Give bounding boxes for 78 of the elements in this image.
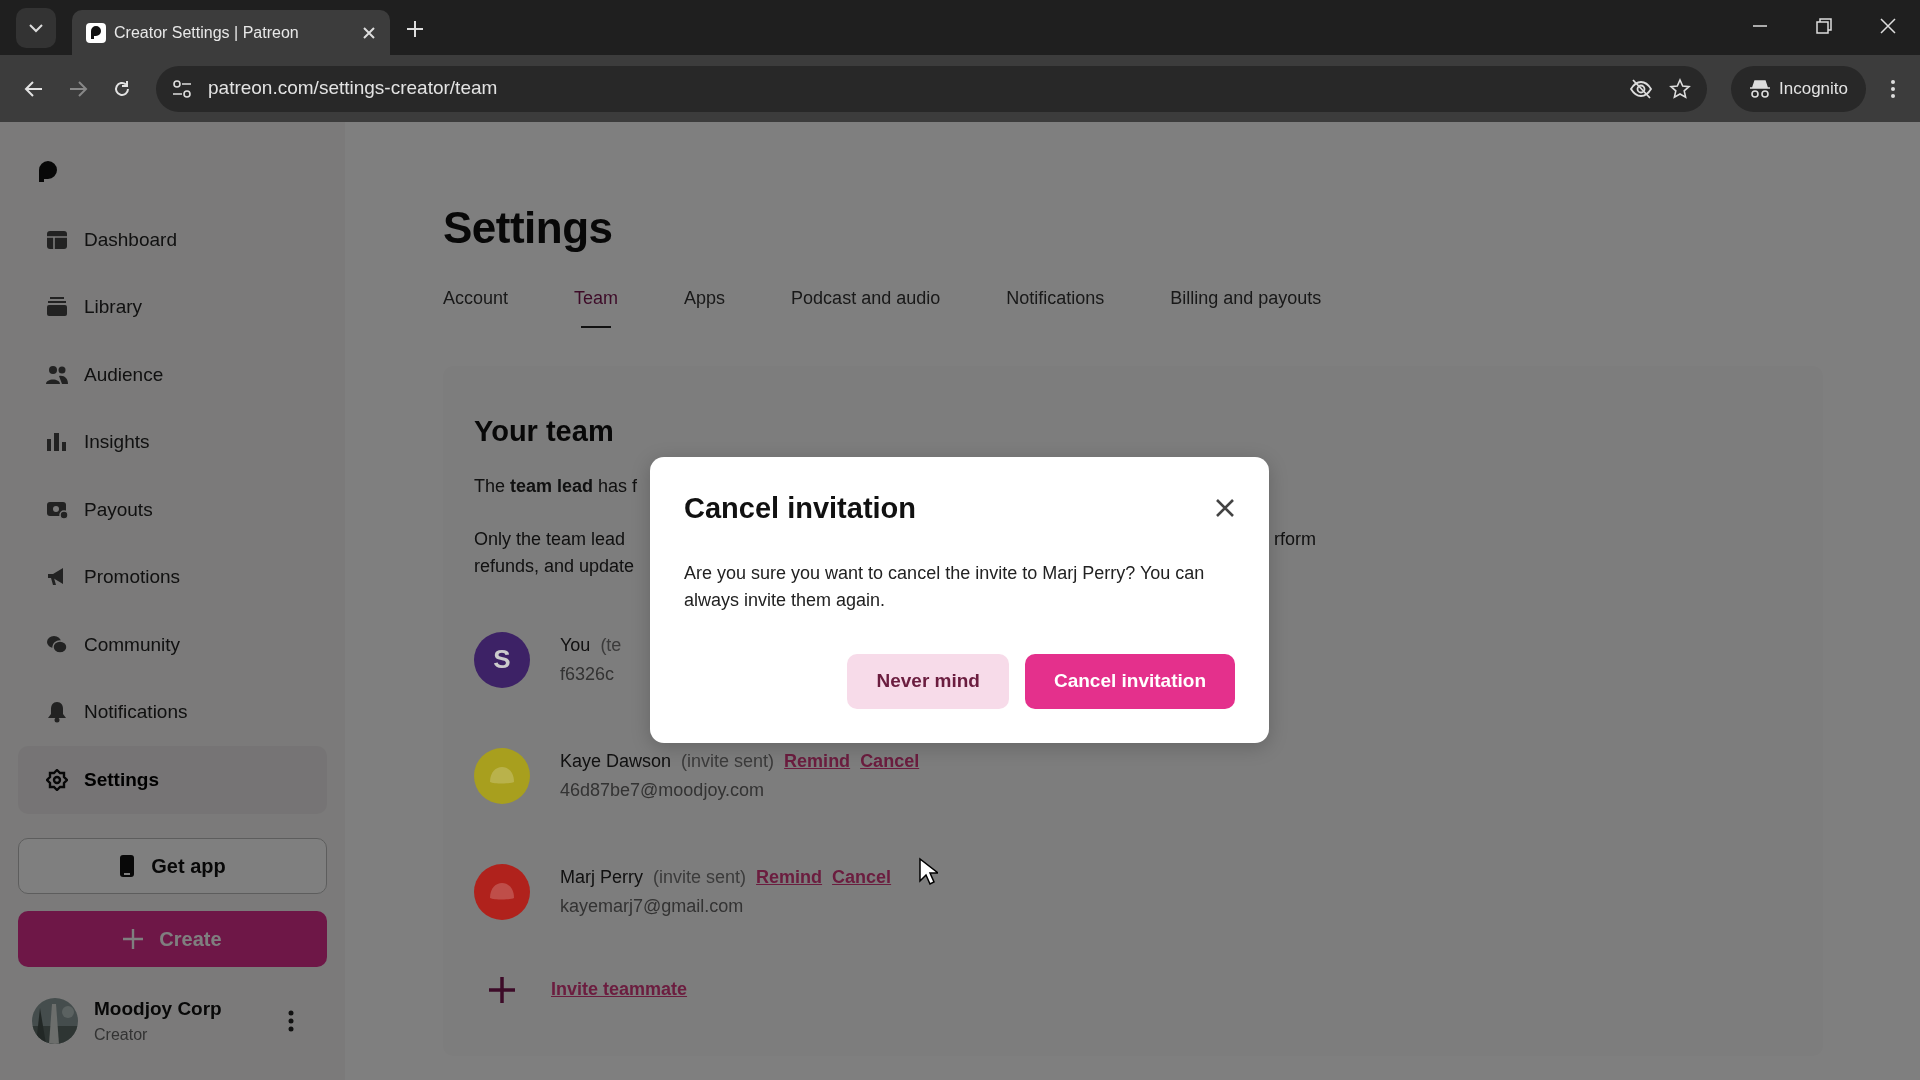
member-action-link[interactable]: Cancel xyxy=(832,863,892,891)
invite-status: (te xyxy=(600,633,622,657)
library-icon xyxy=(46,296,68,319)
cursor-icon xyxy=(918,857,938,887)
more-icon[interactable] xyxy=(287,1009,295,1032)
paragraph-text: refunds, and update xyxy=(474,554,635,578)
member-action-link[interactable]: Remind xyxy=(756,863,823,891)
sidebar-item[interactable]: Payouts xyxy=(18,476,327,544)
restore-icon[interactable] xyxy=(1816,18,1832,34)
patreon-logo-icon xyxy=(86,22,106,43)
invite-status: (invite sent) xyxy=(653,865,747,889)
settings-tab[interactable]: Team xyxy=(574,284,619,328)
eye-off-icon[interactable] xyxy=(1629,77,1653,100)
sidebar-item[interactable]: Settings xyxy=(18,746,327,814)
member-action-link[interactable]: Cancel xyxy=(860,747,920,775)
avatar: S xyxy=(474,631,530,688)
paragraph-text: Only the team lead xyxy=(474,527,626,551)
sidebar-item[interactable]: Library xyxy=(18,273,327,341)
chat-bubbles-icon xyxy=(46,633,68,656)
page-title: Settings xyxy=(443,202,614,254)
settings-tab[interactable]: Account xyxy=(443,284,509,328)
confirm-button[interactable]: Cancel invitation xyxy=(1024,654,1235,709)
sidebar-item[interactable]: Notifications xyxy=(18,678,327,746)
member-name: Kaye Dawson xyxy=(560,749,672,773)
dismiss-button[interactable]: Never mind xyxy=(847,654,1009,709)
plus-icon[interactable] xyxy=(488,975,516,1004)
incognito-chip[interactable]: Incognito xyxy=(1731,65,1866,112)
phone-icon xyxy=(119,853,136,878)
more-icon[interactable] xyxy=(1890,78,1896,99)
close-icon[interactable] xyxy=(1215,498,1235,519)
get-app-button[interactable]: Get app xyxy=(18,837,327,894)
member-email: f6326c xyxy=(560,662,616,686)
profile-role: Creator xyxy=(94,1025,149,1045)
settings-icon xyxy=(46,768,68,791)
people-icon xyxy=(46,363,68,386)
browser-tab[interactable]: Creator Settings | Patreon xyxy=(72,10,390,55)
bell-icon xyxy=(46,701,68,724)
settings-tab[interactable]: Apps xyxy=(684,284,726,328)
star-icon[interactable] xyxy=(1669,77,1691,100)
address-bar[interactable]: patreon.com/settings-creator/team xyxy=(156,65,1707,112)
plus-icon xyxy=(123,928,144,949)
dialog-message: Are you sure you want to cancel the invite to Marj Perry? You can always invite them again. xyxy=(684,561,1206,612)
member-email: kayemarj7@gmail.com xyxy=(560,894,745,918)
incognito-label: Incognito xyxy=(1779,77,1848,100)
avatar xyxy=(474,863,530,920)
member-name: Marj Perry xyxy=(560,865,643,889)
paragraph-text: The team lead has f xyxy=(474,474,638,498)
member-action-link[interactable]: Remind xyxy=(784,747,851,775)
settings-tab[interactable]: Notifications xyxy=(1006,284,1105,328)
patreon-logo-icon[interactable] xyxy=(36,160,58,184)
settings-tab[interactable]: Podcast and audio xyxy=(791,284,941,328)
profile-name: Moodjoy Corp xyxy=(94,996,223,1021)
forward-icon xyxy=(68,78,88,99)
sidebar-item[interactable]: Promotions xyxy=(18,543,327,611)
dialog-title: Cancel invitation xyxy=(684,491,917,526)
invite-teammate-link[interactable]: Invite teammate xyxy=(551,976,688,1004)
sidebar-item[interactable]: Community xyxy=(18,611,327,679)
sidebar-item[interactable]: Dashboard xyxy=(18,206,327,274)
member-email: 46d87be7@moodjoy.com xyxy=(560,778,766,802)
section-title: Your team xyxy=(474,413,615,449)
paragraph-text: rform xyxy=(1274,527,1316,551)
tab-title: Creator Settings | Patreon xyxy=(114,22,300,43)
new-tab-icon[interactable] xyxy=(406,20,424,38)
settings-tab[interactable]: Billing and payouts xyxy=(1170,284,1322,328)
sidebar-item[interactable]: Audience xyxy=(18,341,327,409)
avatar xyxy=(474,747,530,804)
reload-icon[interactable] xyxy=(112,78,132,99)
dashboard-icon xyxy=(46,228,68,251)
back-icon[interactable] xyxy=(24,78,44,99)
invite-status: (invite sent) xyxy=(681,749,775,773)
dropdown-icon[interactable] xyxy=(16,8,56,48)
member-name: You xyxy=(560,633,591,657)
bar-chart-icon xyxy=(46,431,68,454)
sidebar-item[interactable]: Insights xyxy=(18,408,327,476)
site-settings-icon[interactable] xyxy=(172,78,192,99)
url-text: patreon.com/settings-creator/team xyxy=(208,76,499,101)
incognito-icon xyxy=(1749,78,1771,99)
create-button[interactable]: Create xyxy=(18,910,327,967)
